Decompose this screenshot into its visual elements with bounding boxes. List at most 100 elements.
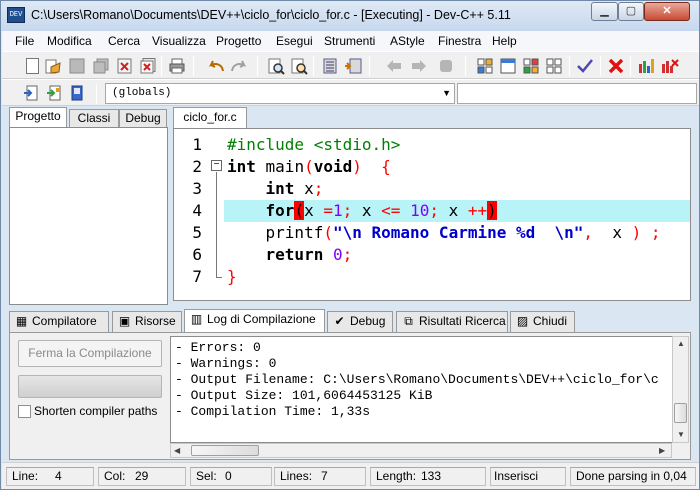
main-window: DEV C:\Users\Romano\Documents\DEV++\cicl…: [0, 0, 700, 490]
profile-icon[interactable]: [661, 57, 679, 75]
code-text: #include <stdio.h>: [227, 134, 400, 156]
log-line: - Output Filename: C:\Users\Romano\Docum…: [175, 372, 659, 387]
fold-toggle-icon[interactable]: −: [211, 160, 222, 171]
menu-modifica[interactable]: Modifica: [47, 34, 92, 48]
compile-log-output[interactable]: - Errors: 0- Warnings: 0- Output Filenam…: [170, 336, 680, 443]
toolbar-separator: [161, 56, 162, 76]
vertical-scroll-thumb[interactable]: [674, 403, 687, 423]
redo-icon[interactable]: [230, 57, 248, 75]
code-text: return 0;: [227, 244, 353, 266]
resources-icon: ▣: [118, 314, 131, 328]
undo-icon[interactable]: [207, 57, 225, 75]
code-line[interactable]: 6 return 0;: [174, 244, 690, 266]
bottom-panel-tabs: ▦ Compilatore ▣ Risorse ▥ Log di Compilazione…: [9, 309, 691, 333]
scroll-right-icon[interactable]: ▶: [659, 446, 665, 455]
code-token: void: [313, 157, 353, 176]
maximize-button[interactable]: ▢: [618, 2, 644, 21]
code-editor[interactable]: 1 #include <stdio.h> 2 int main(void) {3 in…: [173, 128, 691, 301]
compile-icon[interactable]: [476, 57, 494, 75]
scope-combobox[interactable]: (globals) ▼: [105, 83, 455, 104]
toolbar-separator: [257, 56, 258, 76]
run-icon[interactable]: [499, 57, 517, 75]
stop-icon[interactable]: [607, 57, 625, 75]
log-vertical-scrollbar[interactable]: ▲ ▼: [672, 336, 689, 443]
menu-visualizza[interactable]: Visualizza: [152, 34, 206, 48]
tab-label: Chiudi: [533, 314, 568, 328]
code-text: int main(void) {: [227, 156, 391, 178]
tab-risorse[interactable]: ▣ Risorse: [112, 311, 182, 332]
menu-progetto[interactable]: Progetto: [216, 34, 261, 48]
class-toolbar: (globals) ▼: [2, 79, 699, 106]
code-line[interactable]: 3 int x;: [174, 178, 690, 200]
menu-file[interactable]: File: [15, 34, 34, 48]
log-horizontal-scrollbar[interactable]: ◀ ▶: [170, 443, 672, 458]
minimize-button[interactable]: ▁: [591, 2, 618, 21]
code-line[interactable]: 4 for(x =1; x <= 10; x ++): [174, 200, 690, 222]
rebuild-icon[interactable]: [545, 57, 563, 75]
code-line[interactable]: 1 #include <stdio.h>: [174, 134, 690, 156]
compile-run-icon[interactable]: [522, 57, 540, 75]
bookmark-forward-icon[interactable]: [410, 57, 428, 75]
devcpp-app-icon: DEV: [7, 7, 25, 23]
find-icon[interactable]: [267, 57, 285, 75]
function-combobox[interactable]: [457, 83, 697, 104]
close-file-icon[interactable]: [116, 57, 134, 75]
code-text: for(x =1; x <= 10; x ++): [227, 200, 497, 222]
bookmark-back-icon[interactable]: [385, 57, 403, 75]
menu-finestra[interactable]: Finestra: [438, 34, 481, 48]
replace-icon[interactable]: [290, 57, 308, 75]
chevron-down-icon[interactable]: ▼: [442, 84, 451, 103]
status-bar: Line: 4 Col: 29 Sel: 0 Lines: 7 Length: 133 I…: [2, 462, 699, 489]
code-line[interactable]: 7}: [174, 266, 690, 288]
open-file-icon[interactable]: [44, 57, 62, 75]
menu-astyle[interactable]: AStyle: [390, 34, 425, 48]
print-icon[interactable]: [168, 57, 186, 75]
syntax-check-icon[interactable]: [576, 57, 594, 75]
scroll-up-icon[interactable]: ▲: [677, 339, 685, 348]
main-toolbar: [2, 51, 699, 79]
save-all-icon[interactable]: [92, 57, 110, 75]
tab-classi[interactable]: Classi: [69, 109, 119, 128]
tab-progetto[interactable]: Progetto: [9, 107, 67, 128]
tab-compilatore[interactable]: ▦ Compilatore: [9, 311, 109, 332]
goto-declaration-icon[interactable]: [22, 84, 40, 102]
unindent-icon[interactable]: [344, 57, 362, 75]
close-button[interactable]: ✕: [644, 2, 690, 21]
status-lines-value: 7: [321, 469, 328, 483]
chart-icon[interactable]: [638, 57, 656, 75]
tab-chiudi[interactable]: ▨ Chiudi: [510, 311, 575, 332]
stop-compilation-button[interactable]: Ferma la Compilazione: [18, 340, 162, 367]
tab-log-di-compilazione[interactable]: ▥ Log di Compilazione: [184, 309, 325, 333]
menu-strumenti[interactable]: Strumenti: [324, 34, 375, 48]
shorten-paths-checkbox[interactable]: [18, 405, 31, 418]
new-file-icon[interactable]: [23, 57, 41, 75]
horizontal-scroll-thumb[interactable]: [191, 445, 259, 456]
save-icon[interactable]: [68, 57, 86, 75]
goto-definition-icon[interactable]: [45, 84, 63, 102]
tab-ciclo-for-c[interactable]: ciclo_for.c: [173, 107, 247, 128]
line-number: 6: [192, 245, 202, 264]
tab-debug-left[interactable]: Debug: [119, 109, 167, 128]
indent-icon[interactable]: [321, 57, 339, 75]
toggle-comment-icon[interactable]: [437, 57, 455, 75]
left-panel-tabs: Progetto Classi Debug: [9, 107, 167, 128]
tab-risultati-ricerca[interactable]: ⧉ Risultati Ricerca: [396, 311, 508, 332]
project-panel[interactable]: [9, 127, 168, 305]
status-lines-label: Lines:: [280, 469, 313, 483]
title-bar[interactable]: DEV C:\Users\Romano\Documents\DEV++\cicl…: [1, 1, 699, 31]
close-all-icon[interactable]: [139, 57, 157, 75]
search-results-icon: ⧉: [404, 314, 413, 328]
scroll-down-icon[interactable]: ▼: [677, 430, 685, 439]
scroll-left-icon[interactable]: ◀: [174, 446, 180, 455]
menu-cerca[interactable]: Cerca: [108, 34, 140, 48]
tab-debug[interactable]: ✔ Debug: [327, 311, 393, 332]
code-token: ;: [342, 245, 353, 264]
menu-esegui[interactable]: Esegui: [276, 34, 313, 48]
code-token: x: [294, 179, 314, 198]
menu-help[interactable]: Help: [492, 34, 517, 48]
code-line[interactable]: 5 printf("\n Romano Carmine %d \n", x ) …: [174, 222, 690, 244]
tab-label: Risultati Ricerca: [419, 314, 506, 328]
insert-class-icon[interactable]: [68, 84, 86, 102]
code-line[interactable]: 2 int main(void) {: [174, 156, 690, 178]
